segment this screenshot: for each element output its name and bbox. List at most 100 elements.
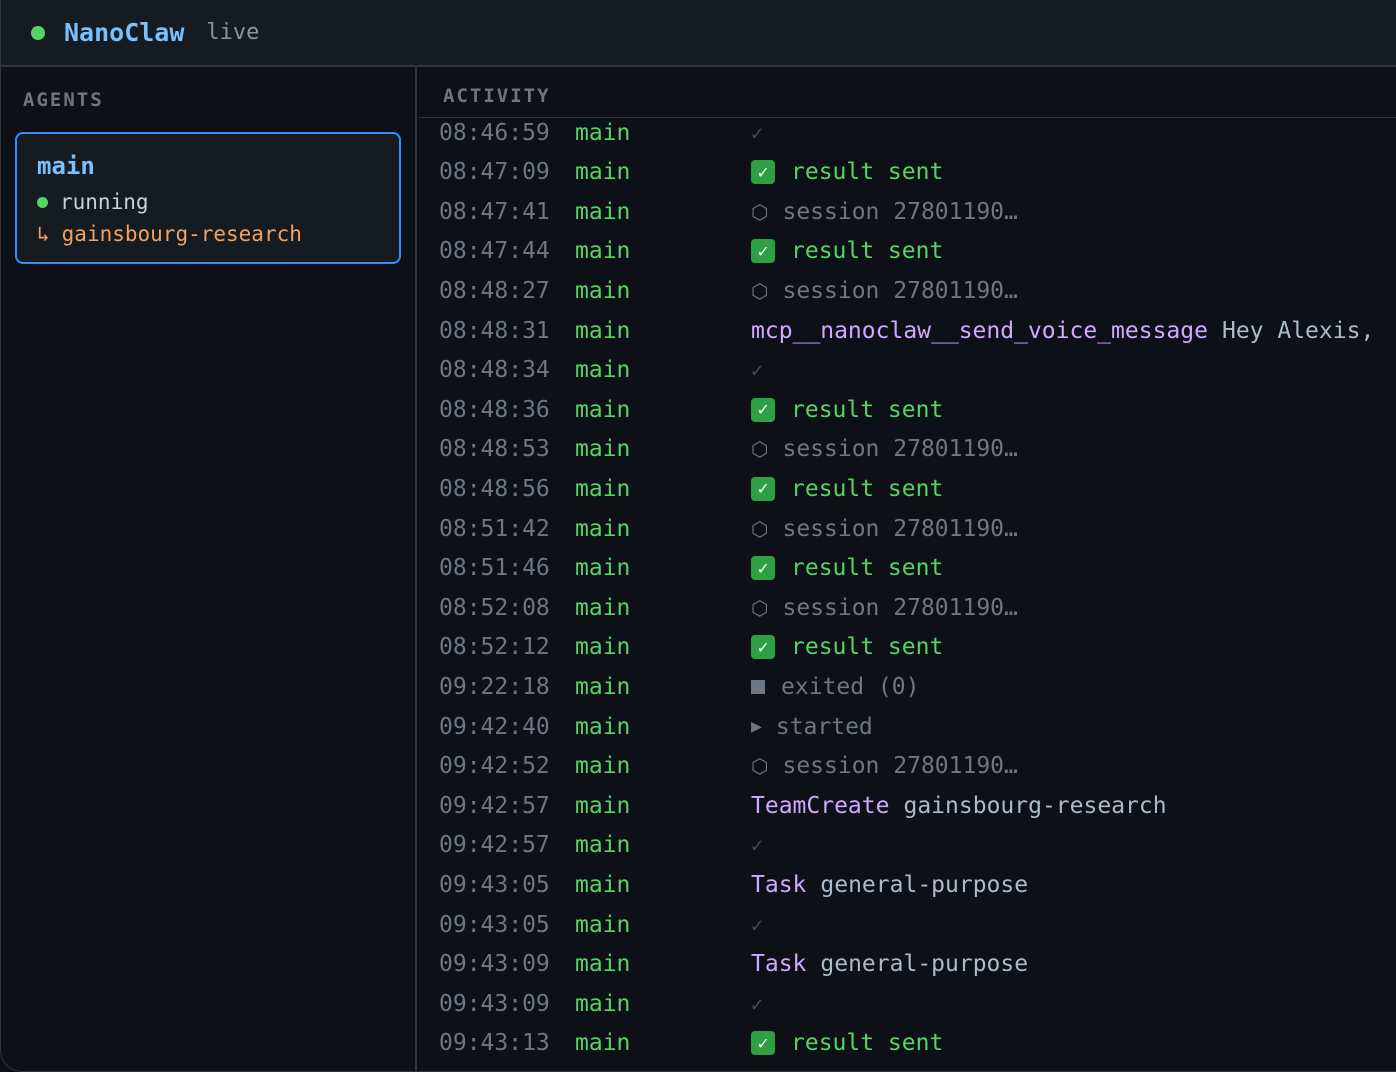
log-row[interactable]: 08:52:12 main ✓ result sent <box>419 628 1396 667</box>
log-timestamp: 09:42:57 <box>439 792 550 819</box>
live-status-label: live <box>206 20 260 45</box>
log-session-text: session 27801190… <box>782 198 1018 225</box>
log-timestamp: 09:22:18 <box>439 673 550 700</box>
log-row[interactable]: 09:43:09 main Task general-purpose <box>419 945 1396 984</box>
log-row[interactable]: 08:48:56 main ✓ result sent <box>419 469 1396 508</box>
log-timestamp: 09:42:57 <box>439 832 550 859</box>
check-box-icon: ✓ <box>751 1031 775 1056</box>
log-tool-name: Task <box>751 871 807 898</box>
log-row[interactable]: 08:51:42 main ⬡ session 27801190… <box>419 509 1396 548</box>
log-row[interactable]: 09:43:13 main ✓ result sent <box>419 1024 1396 1063</box>
app-title: NanoClaw <box>64 18 185 47</box>
log-tool-name: Task <box>751 951 807 978</box>
log-event: TeamCreate gainsbourg-research <box>751 793 1167 819</box>
log-timestamp: 09:43:05 <box>439 911 550 938</box>
log-agent: main <box>575 832 631 859</box>
log-agent: main <box>575 277 631 304</box>
log-row[interactable]: 08:52:08 main ⬡ session 27801190… <box>419 588 1396 627</box>
log-result-text: result sent <box>791 1030 944 1057</box>
log-result-text: result sent <box>791 238 944 265</box>
log-session-text: session 27801190… <box>782 515 1018 542</box>
log-row[interactable]: 08:48:36 main ✓ result sent <box>419 390 1396 429</box>
log-result-text: result sent <box>791 475 944 502</box>
log-row[interactable]: 08:51:46 main ✓ result sent <box>419 549 1396 588</box>
agent-card-main[interactable]: main running ↳ gainsbourg-research <box>15 132 401 264</box>
log-event: ⬡ session 27801190… <box>751 436 1018 462</box>
log-row[interactable]: 09:43:05 main ✓ <box>419 905 1396 944</box>
log-agent: main <box>575 951 631 978</box>
log-agent: main <box>575 792 631 819</box>
activity-header: ACTIVITY <box>419 67 1396 118</box>
log-event: ▶ started <box>751 714 873 740</box>
log-event: ✓ result sent <box>751 634 943 660</box>
live-status-dot-icon <box>31 25 45 40</box>
log-agent: main <box>575 357 631 384</box>
log-row[interactable]: 08:47:09 main ✓ result sent <box>419 153 1396 192</box>
agent-status-label: running <box>60 190 149 214</box>
log-event: ⬡ session 27801190… <box>751 199 1018 225</box>
check-box-icon: ✓ <box>751 556 775 581</box>
check-box-icon: ✓ <box>751 397 775 422</box>
log-timestamp: 09:42:40 <box>439 713 550 740</box>
log-timestamp: 08:46:59 <box>439 119 550 146</box>
checkmark-icon: ✓ <box>751 991 764 1016</box>
log-row[interactable]: 09:43:05 main Task general-purpose <box>419 865 1396 904</box>
log-timestamp: 08:48:36 <box>439 396 550 423</box>
log-timestamp: 08:47:41 <box>439 198 550 225</box>
agent-team[interactable]: ↳ gainsbourg-research <box>37 218 399 250</box>
stop-square-icon <box>751 679 765 694</box>
log-agent: main <box>575 911 631 938</box>
log-tool-arg: Hey Alexis, <box>1221 317 1375 344</box>
agent-name: main <box>37 152 95 180</box>
log-row[interactable]: 09:22:18 main exited (0) <box>419 667 1396 706</box>
app-header: NanoClaw live <box>1 0 1396 67</box>
log-agent: main <box>575 634 631 661</box>
log-agent: main <box>575 317 631 344</box>
agents-sidebar: AGENTS main running ↳ gainsbourg-researc… <box>1 67 417 1071</box>
log-row[interactable]: 09:42:57 main TeamCreate gainsbourg-researc… <box>419 786 1396 825</box>
log-row[interactable]: 09:42:57 main ✓ <box>419 826 1396 865</box>
checkmark-icon: ✓ <box>751 120 764 145</box>
check-box-icon: ✓ <box>751 239 775 264</box>
log-row[interactable]: 09:42:40 main ▶ started <box>419 707 1396 746</box>
log-event: ✓ result sent <box>751 397 943 423</box>
log-row[interactable]: 08:48:31 main mcp__nanoclaw__send_voice_me… <box>419 311 1396 350</box>
log-agent: main <box>575 713 631 740</box>
agent-team-label: gainsbourg-research <box>61 222 302 246</box>
hexagon-icon: ⬡ <box>751 595 769 620</box>
activity-section-title: ACTIVITY <box>443 85 551 107</box>
log-agent: main <box>575 396 631 423</box>
log-timestamp: 09:43:13 <box>439 1030 550 1057</box>
log-event: ⬡ session 27801190… <box>751 595 1018 621</box>
log-event: Task general-purpose <box>751 951 1028 977</box>
log-agent: main <box>575 515 631 542</box>
log-row[interactable]: 08:47:41 main ⬡ session 27801190… <box>419 192 1396 231</box>
log-timestamp: 09:43:05 <box>439 871 550 898</box>
log-row[interactable]: 08:48:27 main ⬡ session 27801190… <box>419 271 1396 310</box>
hexagon-icon: ⬡ <box>751 437 769 462</box>
log-tool-name: TeamCreate <box>751 792 890 819</box>
log-timestamp: 09:43:09 <box>439 990 550 1017</box>
check-box-icon: ✓ <box>751 160 775 185</box>
log-row[interactable]: 08:46:59 main ✓ <box>419 113 1396 152</box>
log-row[interactable]: 08:48:34 main ✓ <box>419 351 1396 390</box>
log-event: ✓ <box>751 358 763 382</box>
log-tool-arg: general-purpose <box>820 951 1029 978</box>
log-row[interactable]: 08:47:44 main ✓ result sent <box>419 232 1396 271</box>
log-agent: main <box>575 753 631 780</box>
hexagon-icon: ⬡ <box>751 516 769 541</box>
subagent-arrow-icon: ↳ <box>37 222 50 246</box>
log-event: ✓ <box>751 913 763 937</box>
log-event: ⬡ session 27801190… <box>751 278 1018 304</box>
log-event: ✓ result sent <box>751 159 943 185</box>
log-row[interactable]: 09:43:09 main ✓ <box>419 984 1396 1023</box>
activity-log[interactable]: 08:46:59 main ✓ 08:47:09 main ✓ result sent 08:… <box>419 113 1396 1071</box>
log-row[interactable]: 08:48:53 main ⬡ session 27801190… <box>419 430 1396 469</box>
log-timestamp: 08:48:27 <box>439 277 550 304</box>
log-row[interactable]: 09:42:52 main ⬡ session 27801190… <box>419 747 1396 786</box>
log-session-text: session 27801190… <box>782 436 1018 463</box>
log-agent: main <box>575 475 631 502</box>
log-timestamp: 08:48:53 <box>439 436 550 463</box>
log-timestamp: 08:48:34 <box>439 357 550 384</box>
log-result-text: result sent <box>791 159 944 186</box>
